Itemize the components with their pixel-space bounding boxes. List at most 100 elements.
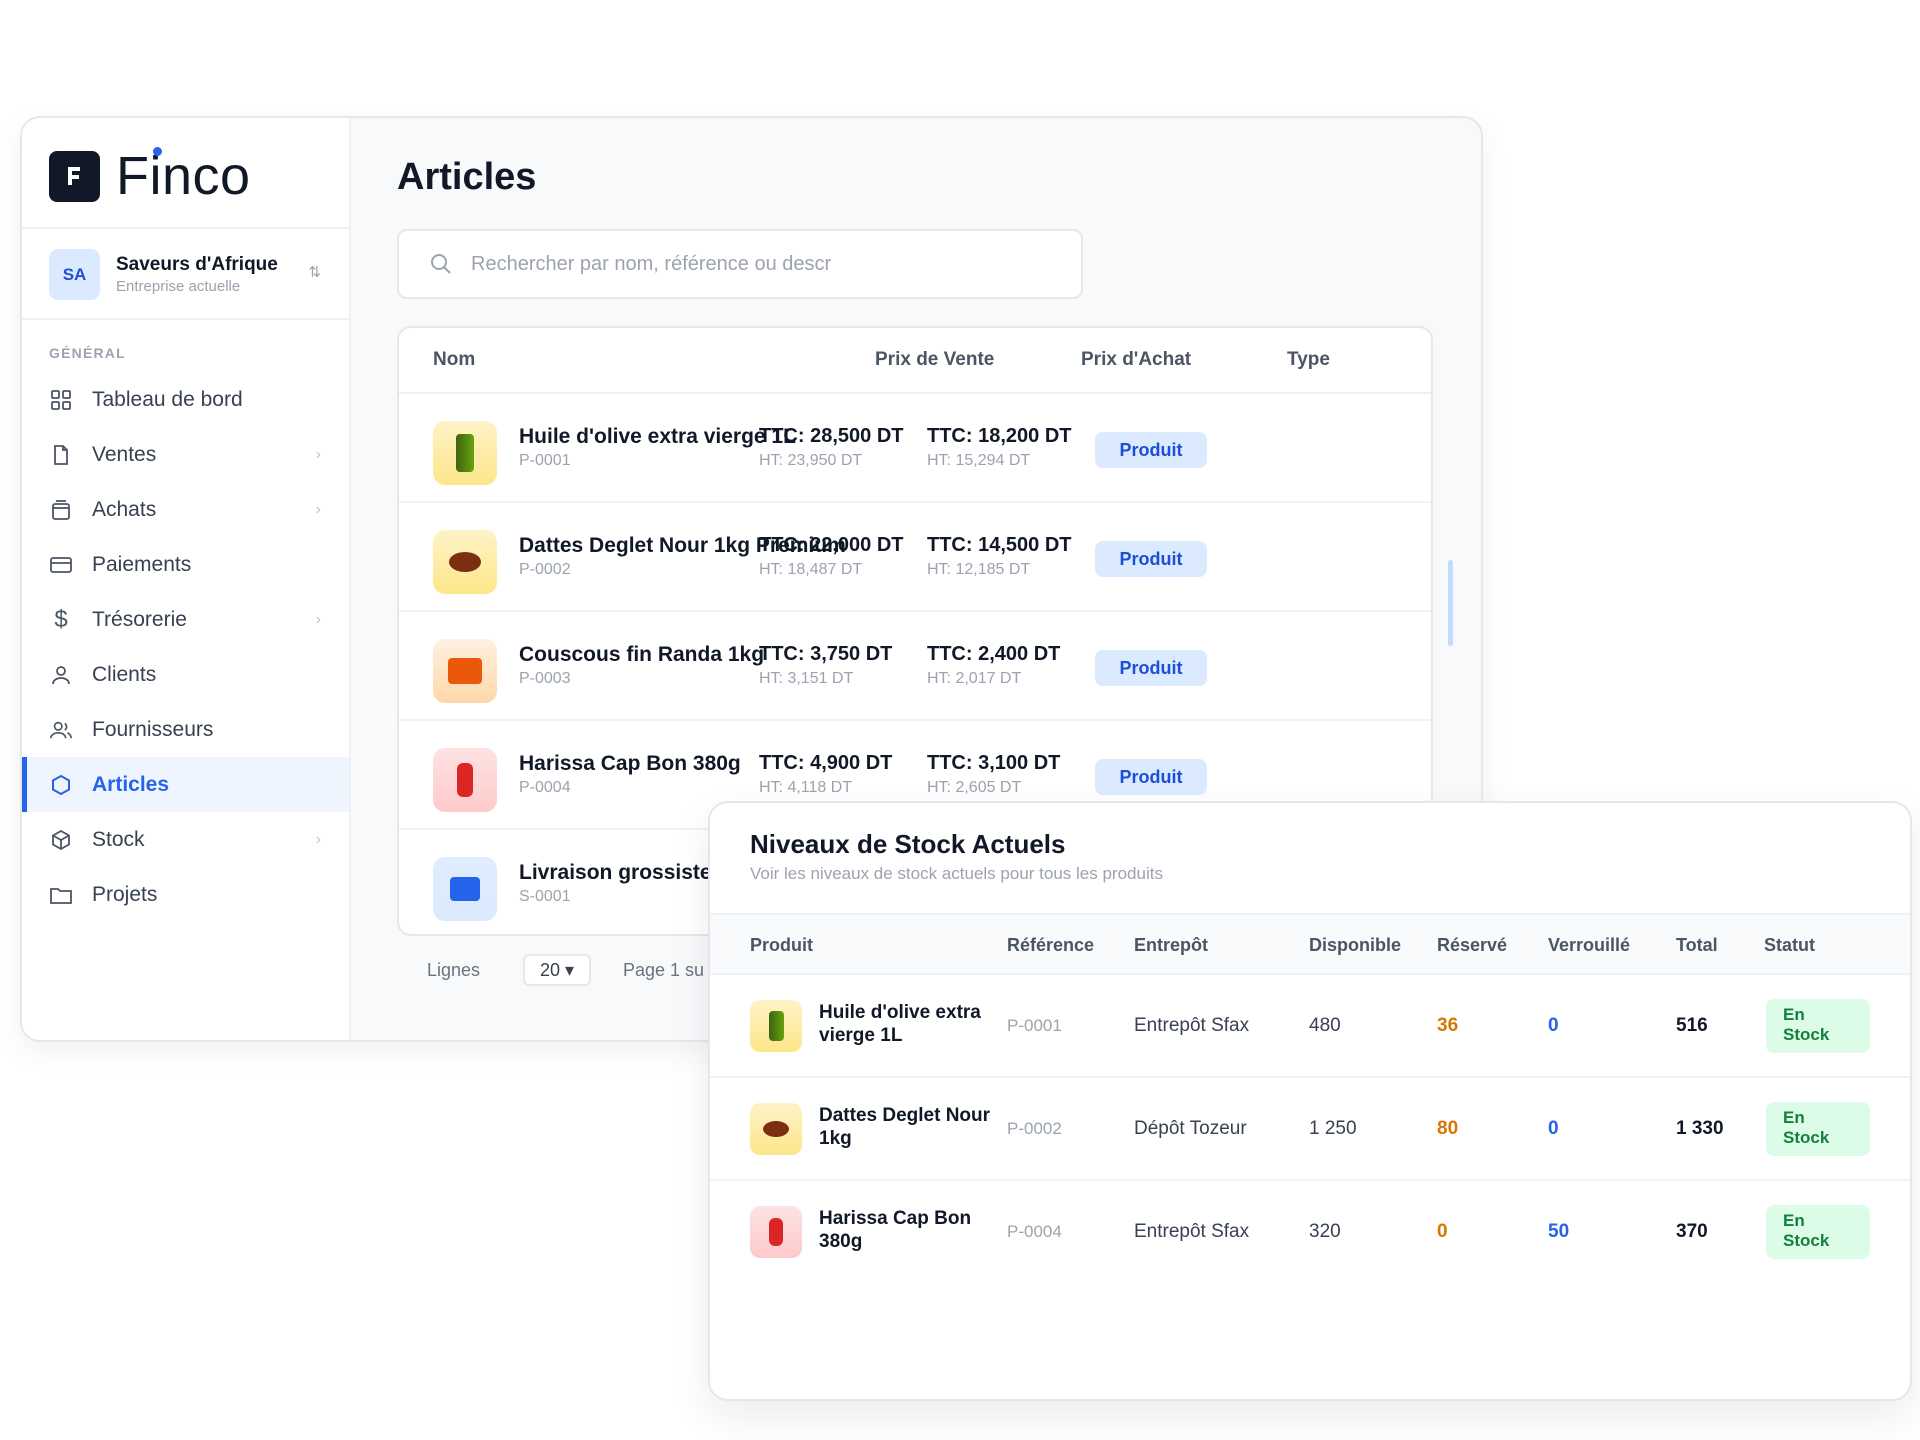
table-row[interactable]: Huile d'olive extra vierge 1L P-0001 TTC… [399, 394, 1431, 503]
company-subtitle: Entreprise actuelle [116, 278, 241, 295]
olive-oil-bottle-icon [456, 434, 474, 472]
column-header-verrouille[interactable]: Verrouillé [1548, 935, 1630, 956]
harissa-jar-icon [457, 763, 473, 797]
table-row[interactable]: Dattes Deglet Nour 1kg Premium P-0002 TT… [399, 503, 1431, 612]
column-header-produit[interactable]: Produit [750, 935, 813, 956]
product-ref: P-0001 [519, 452, 571, 469]
switch-arrows-icon: ⇅ [308, 264, 321, 281]
credit-card-icon [49, 553, 73, 577]
brand-dot-icon [153, 147, 162, 156]
locked-qty: 0 [1548, 1118, 1559, 1139]
product-name: Harissa Cap Bon 380g [819, 1208, 972, 1252]
stock-table-row[interactable]: Dattes Deglet Nour 1kg P-0002 Dépôt Toze… [710, 1078, 1910, 1181]
column-header-disponible[interactable]: Disponible [1309, 935, 1401, 956]
column-header-statut[interactable]: Statut [1764, 935, 1815, 956]
sidebar-item-fournisseurs[interactable]: Fournisseurs [22, 702, 349, 757]
buy-price-ttc: TTC: 18,200 DT [927, 425, 1072, 447]
table-scrollbar[interactable] [1448, 560, 1453, 646]
column-header-nom[interactable]: Nom [433, 349, 475, 371]
sidebar-item-tresorerie[interactable]: $ Trésorerie › [22, 592, 349, 647]
sidebar-item-clients[interactable]: Clients [22, 647, 349, 702]
sidebar-item-label: Paiements [92, 552, 192, 576]
column-header-prix-achat[interactable]: Prix d'Achat [1081, 349, 1191, 371]
status-badge: En Stock [1766, 999, 1870, 1053]
column-header-entrepot[interactable]: Entrepôt [1134, 935, 1208, 956]
product-ref: P-0003 [519, 670, 571, 687]
chevron-right-icon: › [315, 830, 321, 848]
company-avatar: SA [49, 249, 100, 300]
sidebar-item-ventes[interactable]: Ventes › [22, 427, 349, 482]
user-icon [49, 663, 73, 687]
product-thumbnail [750, 1206, 802, 1258]
sidebar-item-tableau-de-bord[interactable]: Tableau de bord [22, 372, 349, 427]
sidebar-item-label: Trésorerie [92, 607, 187, 631]
company-switcher[interactable]: SA Saveurs d'Afrique Entreprise actuelle… [49, 247, 339, 302]
pagination: Lignes 20 ▾ Page 1 su [427, 954, 704, 986]
available-qty: 320 [1309, 1221, 1341, 1242]
search-bar[interactable] [397, 229, 1083, 299]
stock-table-row[interactable]: Huile d'olive extra vierge 1L P-0001 Ent… [710, 975, 1910, 1078]
dashboard-icon [49, 388, 73, 412]
product-name: Huile d'olive extra vierge 1L [819, 1002, 981, 1046]
sell-price-ttc: TTC: 3,750 DT [759, 643, 893, 665]
available-qty: 480 [1309, 1015, 1341, 1036]
sidebar-item-label: Tableau de bord [92, 387, 243, 411]
dollar-icon: $ [54, 605, 68, 633]
rows-per-page-label: Lignes [427, 959, 481, 980]
product-thumbnail [433, 421, 497, 485]
stock-table-row[interactable]: Harissa Cap Bon 380g P-0004 Entrepôt Sfa… [710, 1181, 1910, 1284]
column-header-reserve[interactable]: Réservé [1437, 935, 1507, 956]
finco-logo-icon [49, 150, 100, 202]
chevron-right-icon: › [315, 445, 321, 463]
product-name: Livraison grossiste [519, 861, 712, 884]
product-thumbnail [750, 1103, 802, 1155]
search-input[interactable] [471, 252, 1071, 276]
column-header-type[interactable]: Type [1287, 349, 1330, 371]
buy-price-ht: HT: 15,294 DT [927, 452, 1031, 469]
column-header-prix-vente[interactable]: Prix de Vente [875, 349, 994, 371]
divider [22, 318, 349, 320]
locked-qty: 50 [1548, 1221, 1570, 1242]
sell-price-ttc: TTC: 22,000 DT [759, 534, 904, 556]
chevron-right-icon: › [315, 610, 321, 628]
total-qty: 516 [1676, 1015, 1708, 1036]
service-box-icon [450, 877, 480, 901]
column-header-reference[interactable]: Référence [1007, 935, 1094, 956]
search-icon [431, 254, 451, 274]
type-badge: Produit [1095, 541, 1207, 577]
table-row[interactable]: Couscous fin Randa 1kg P-0003 TTC: 3,750… [399, 612, 1431, 721]
sidebar-item-label: Articles [92, 772, 170, 796]
page-title: Articles [397, 156, 537, 198]
sidebar-item-label: Ventes [92, 442, 157, 466]
rows-per-page-select[interactable]: 20 ▾ [523, 954, 591, 986]
buy-price-ttc: TTC: 3,100 DT [927, 752, 1061, 774]
sidebar-item-articles[interactable]: Articles [22, 757, 349, 812]
sidebar-item-achats[interactable]: Achats › [22, 482, 349, 537]
sidebar-item-paiements[interactable]: Paiements [22, 537, 349, 592]
sidebar-item-projets[interactable]: Projets [22, 867, 349, 922]
sidebar-item-label: Stock [92, 827, 145, 851]
hexagon-icon [49, 773, 73, 797]
dates-icon [449, 552, 481, 572]
product-name: Harissa Cap Bon 380g [519, 752, 741, 775]
product-ref: P-0001 [1007, 1016, 1062, 1035]
product-name: Dattes Deglet Nour 1kg [819, 1105, 991, 1149]
brand[interactable]: Finco [49, 147, 251, 204]
sell-price-ht: HT: 3,151 DT [759, 670, 854, 687]
locked-qty: 0 [1548, 1015, 1559, 1036]
warehouse: Entrepôt Sfax [1134, 1221, 1250, 1242]
column-header-total[interactable]: Total [1676, 935, 1718, 956]
reserved-qty: 0 [1437, 1221, 1448, 1242]
dates-icon [763, 1121, 789, 1137]
product-ref: P-0004 [519, 779, 571, 796]
buy-price-ttc: TTC: 14,500 DT [927, 534, 1072, 556]
sidebar-item-stock[interactable]: Stock › [22, 812, 349, 867]
warehouse: Entrepôt Sfax [1134, 1015, 1250, 1036]
olive-oil-bottle-icon [768, 1011, 784, 1041]
available-qty: 1 250 [1309, 1118, 1357, 1139]
stock-card-subtitle: Voir les niveaux de stock actuels pour t… [750, 864, 1163, 883]
total-qty: 370 [1676, 1221, 1708, 1242]
couscous-box-icon [448, 658, 482, 684]
page-indicator: Page 1 su [623, 960, 705, 980]
product-ref: P-0002 [519, 561, 571, 578]
